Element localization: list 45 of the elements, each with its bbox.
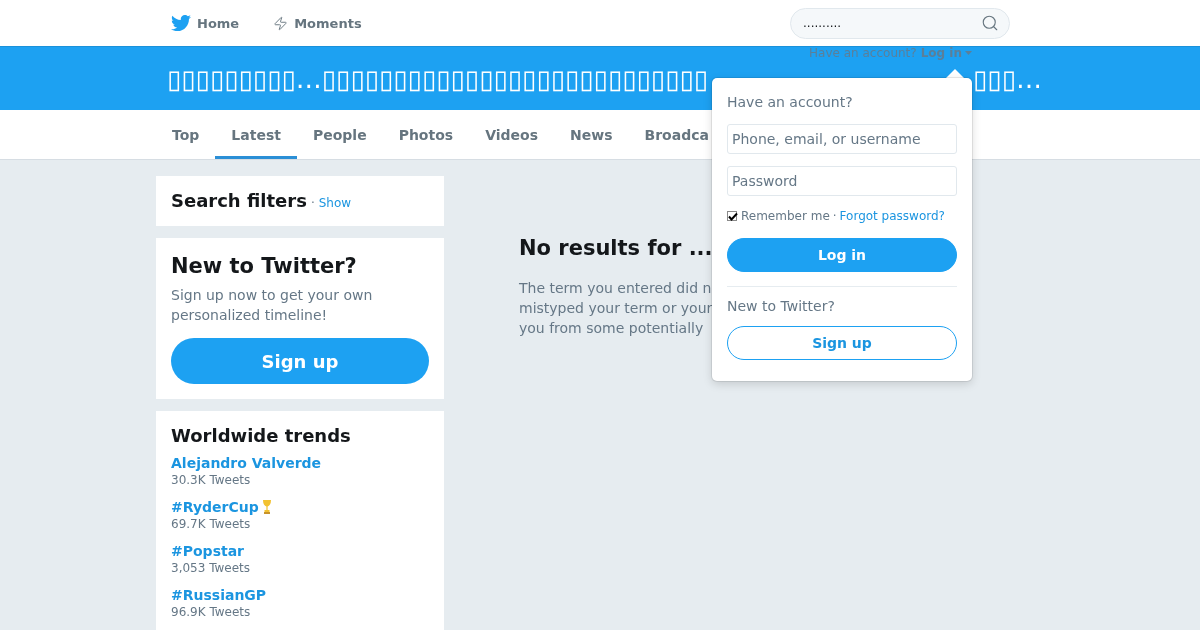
trend-link[interactable]: #Popstar xyxy=(171,542,244,560)
separator: · xyxy=(310,196,315,210)
message-line: you from some potentially xyxy=(519,319,704,338)
tweet-count: 96.9K Tweets xyxy=(171,604,251,620)
card-title: Worldwide trends xyxy=(171,424,352,448)
username-field[interactable]: Phone, email, or username xyxy=(727,124,957,154)
card-text: Sign up now to get your own personalized timeline! xyxy=(171,286,374,325)
signup-prompt: New to Twitter? xyxy=(727,297,835,316)
search-icon[interactable] xyxy=(981,13,999,32)
tab[interactable]: Photos xyxy=(382,110,470,159)
signup-button[interactable]: Sign up xyxy=(727,326,957,360)
show-link[interactable]: Show xyxy=(318,196,352,210)
dropdown-prompt: Have an account? xyxy=(727,93,853,112)
nav-link[interactable]: Home xyxy=(156,0,259,46)
bird-icon xyxy=(171,13,191,33)
card-title: New to Twitter? xyxy=(171,253,358,279)
trend-link[interactable]: Alejandro Valverde xyxy=(171,454,322,472)
checkbox[interactable] xyxy=(727,210,738,222)
trend-link[interactable]: #RyderCup xyxy=(171,498,259,516)
tweet-count: 3,053 Tweets xyxy=(171,560,251,576)
nav-link[interactable]: Moments xyxy=(258,0,381,46)
card-title: Search filters xyxy=(171,189,307,213)
password-field[interactable]: Password xyxy=(727,166,957,196)
login-button[interactable]: Log in xyxy=(727,238,957,272)
message-line: The term you entered did n xyxy=(519,279,712,298)
tweet-count: 30.3K Tweets xyxy=(171,472,251,488)
separator: · xyxy=(832,209,837,223)
search-title: ▯▯▯▯▯▯▯▯▯…▯▯▯▯▯▯▯▯▯▯▯▯▯▯▯▯▯▯▯▯▯▯▯▯▯▯▯ xyxy=(167,64,709,94)
tab[interactable]: People xyxy=(296,110,383,159)
remember-label: Remember me xyxy=(741,209,830,223)
account-prompt: Have an account? xyxy=(809,47,917,59)
tab[interactable]: Broadca xyxy=(628,110,713,159)
signup-button[interactable]: Sign up xyxy=(171,338,429,384)
tab[interactable]: Latest xyxy=(215,110,297,159)
tab[interactable]: Videos xyxy=(469,110,554,159)
tweet-count: 69.7K Tweets xyxy=(171,516,251,532)
message-line: mistyped your term or your xyxy=(519,299,713,318)
tab[interactable]: News xyxy=(554,110,629,159)
trend-link[interactable]: #RussianGP xyxy=(171,586,267,604)
forgot-password-link[interactable]: Forgot password? xyxy=(839,209,945,223)
search-title: ▯▯▯… xyxy=(973,64,1042,94)
search-field[interactable]: .......... xyxy=(790,7,1010,39)
tab[interactable]: Top xyxy=(156,110,216,159)
results-heading: No results for ... xyxy=(519,235,713,261)
caret-icon xyxy=(965,51,972,55)
